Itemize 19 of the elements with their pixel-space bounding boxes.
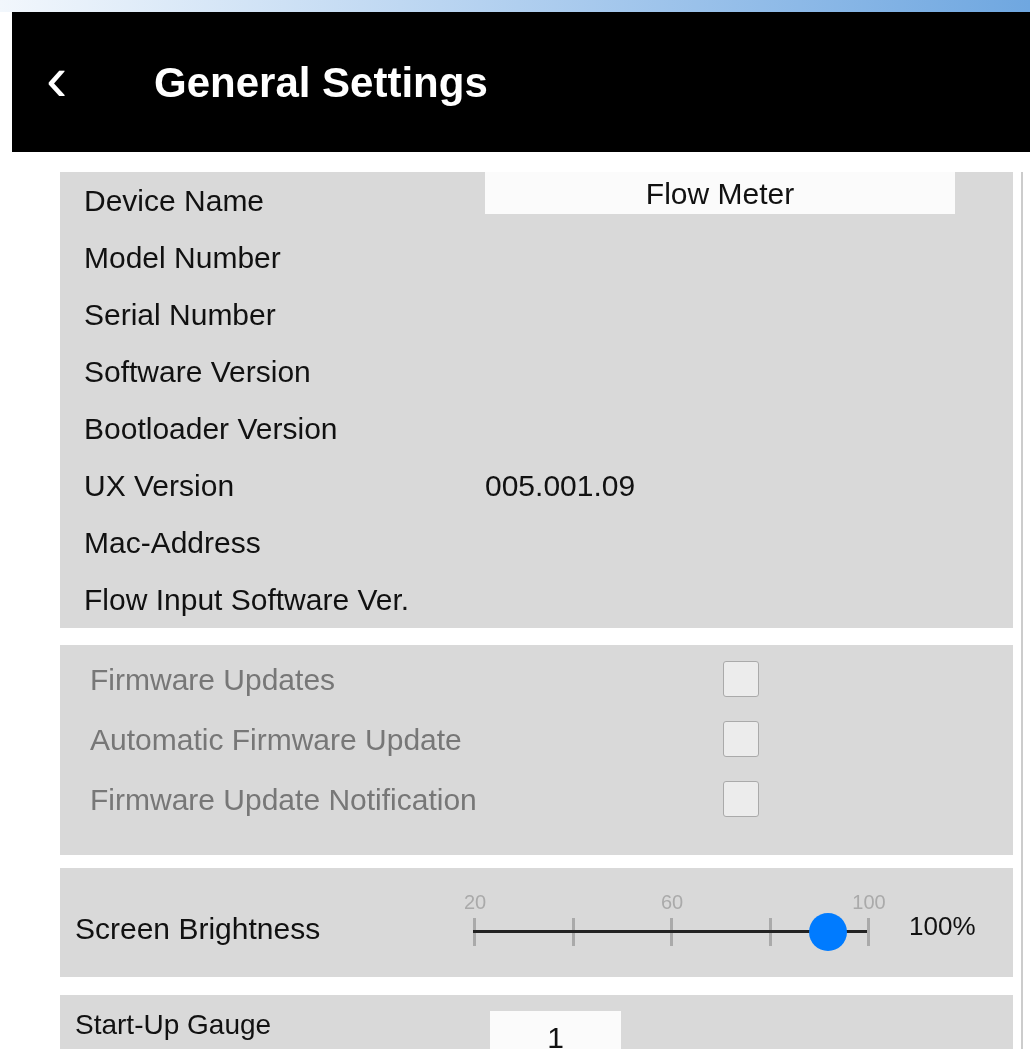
- checkbox-label: Firmware Update Notification: [90, 781, 478, 818]
- slider-thumb[interactable]: [808, 912, 847, 951]
- info-label: Device Name: [84, 183, 266, 219]
- info-label: UX Version: [84, 468, 236, 504]
- info-label: Mac-Address: [84, 525, 262, 561]
- info-label: Serial Number: [84, 297, 277, 333]
- info-label: Flow Input Software Ver.: [84, 582, 411, 618]
- info-label: Software Version: [84, 354, 312, 390]
- setting-label: Start-Up Gauge: [75, 1008, 273, 1039]
- checkbox-label: Firmware Updates: [90, 661, 337, 698]
- checkbox-label: Automatic Firmware Update: [90, 721, 463, 758]
- info-label: Bootloader Version: [84, 411, 339, 447]
- info-value: 005.001.09: [485, 468, 636, 504]
- page-title: General Settings: [154, 57, 488, 108]
- info-label: Model Number: [84, 240, 282, 276]
- device-name-field[interactable]: Flow Meter: [485, 172, 955, 214]
- brightness-reading: 100%: [909, 910, 976, 943]
- gauge-field[interactable]: 1: [490, 1011, 621, 1049]
- back-button[interactable]: ‹: [12, 46, 108, 118]
